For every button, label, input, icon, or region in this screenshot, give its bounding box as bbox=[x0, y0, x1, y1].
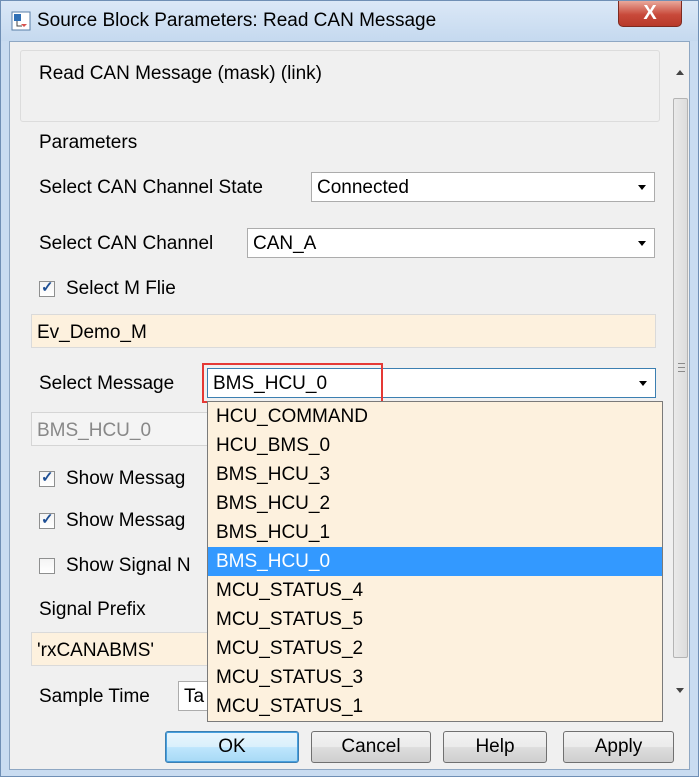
signal-prefix-label: Signal Prefix bbox=[39, 599, 146, 620]
sample-time-value: Ta bbox=[184, 686, 205, 707]
help-button[interactable]: Help bbox=[443, 731, 547, 763]
scroll-up-icon[interactable] bbox=[676, 70, 684, 75]
dropdown-option[interactable]: MCU_STATUS_3 bbox=[208, 663, 662, 692]
signal-prefix-value: 'rxCANABMS' bbox=[37, 640, 155, 661]
show-signal-checkbox[interactable] bbox=[39, 558, 55, 574]
checkmark-icon: ✓ bbox=[41, 511, 54, 528]
close-button[interactable]: X bbox=[618, 1, 682, 27]
grip-icon bbox=[678, 371, 685, 372]
show-message-checkbox-2[interactable]: ✓ bbox=[39, 511, 55, 529]
dropdown-option-selected[interactable]: BMS_HCU_0 bbox=[208, 547, 662, 576]
mask-description-group: Read CAN Message (mask) (link) bbox=[20, 50, 660, 122]
dropdown-option[interactable]: MCU_STATUS_2 bbox=[208, 634, 662, 663]
close-icon: X bbox=[643, 2, 657, 24]
cancel-button[interactable]: Cancel bbox=[311, 731, 431, 763]
annotation-highlight bbox=[202, 363, 383, 403]
message-label: Select Message bbox=[39, 373, 175, 394]
chevron-down-icon bbox=[638, 185, 646, 190]
channel-select[interactable]: CAN_A bbox=[247, 228, 655, 258]
dialog-window: Source Block Parameters: Read CAN Messag… bbox=[0, 0, 699, 777]
dropdown-option[interactable]: MCU_STATUS_4 bbox=[208, 576, 662, 605]
show-message-checkbox-1[interactable]: ✓ bbox=[39, 469, 55, 487]
dropdown-option[interactable]: HCU_COMMAND bbox=[208, 402, 662, 431]
block-title: Read CAN Message (mask) (link) bbox=[39, 63, 322, 84]
dropdown-option[interactable]: BMS_HCU_3 bbox=[208, 460, 662, 489]
channel-state-label: Select CAN Channel State bbox=[39, 177, 263, 198]
message-readonly-value: BMS_HCU_0 bbox=[37, 420, 152, 441]
grip-icon bbox=[678, 367, 685, 368]
checkmark-icon: ✓ bbox=[41, 279, 54, 296]
show-message-label-2: Show Messag bbox=[66, 510, 186, 531]
grip-icon bbox=[678, 363, 685, 364]
vertical-scrollbar[interactable] bbox=[672, 60, 689, 708]
checkmark-icon: ✓ bbox=[41, 469, 54, 486]
simulink-block-icon bbox=[11, 11, 31, 31]
sample-time-label: Sample Time bbox=[39, 686, 150, 707]
dropdown-option[interactable]: MCU_STATUS_5 bbox=[208, 605, 662, 634]
select-m-file-checkbox[interactable]: ✓ bbox=[39, 279, 55, 297]
apply-button[interactable]: Apply bbox=[563, 731, 674, 763]
title-bar[interactable]: Source Block Parameters: Read CAN Messag… bbox=[1, 1, 698, 41]
show-message-label-1: Show Messag bbox=[66, 468, 186, 489]
dialog-client-area: Read CAN Message (mask) (link) Parameter… bbox=[9, 41, 690, 770]
parameters-group-label: Parameters bbox=[39, 132, 138, 153]
window-title: Source Block Parameters: Read CAN Messag… bbox=[37, 10, 437, 31]
message-dropdown-list[interactable]: HCU_COMMAND HCU_BMS_0 BMS_HCU_3 BMS_HCU_… bbox=[207, 401, 663, 722]
channel-state-value: Connected bbox=[317, 177, 409, 198]
m-file-input[interactable]: Ev_Demo_M bbox=[31, 314, 656, 348]
ok-button[interactable]: OK bbox=[165, 731, 299, 763]
dropdown-option[interactable]: MCU_STATUS_1 bbox=[208, 692, 662, 721]
show-signal-label: Show Signal N bbox=[66, 555, 191, 576]
select-m-file-label: Select M Flie bbox=[66, 278, 176, 299]
channel-value: CAN_A bbox=[253, 233, 317, 254]
scrollbar-thumb[interactable] bbox=[673, 98, 688, 658]
dropdown-option[interactable]: HCU_BMS_0 bbox=[208, 431, 662, 460]
dropdown-option[interactable]: BMS_HCU_1 bbox=[208, 518, 662, 547]
channel-state-select[interactable]: Connected bbox=[311, 172, 655, 202]
dropdown-option[interactable]: BMS_HCU_2 bbox=[208, 489, 662, 518]
chevron-down-icon bbox=[638, 241, 646, 246]
scroll-down-icon[interactable] bbox=[676, 688, 684, 693]
m-file-value: Ev_Demo_M bbox=[37, 322, 147, 343]
chevron-down-icon bbox=[639, 381, 647, 386]
channel-label: Select CAN Channel bbox=[39, 233, 214, 254]
